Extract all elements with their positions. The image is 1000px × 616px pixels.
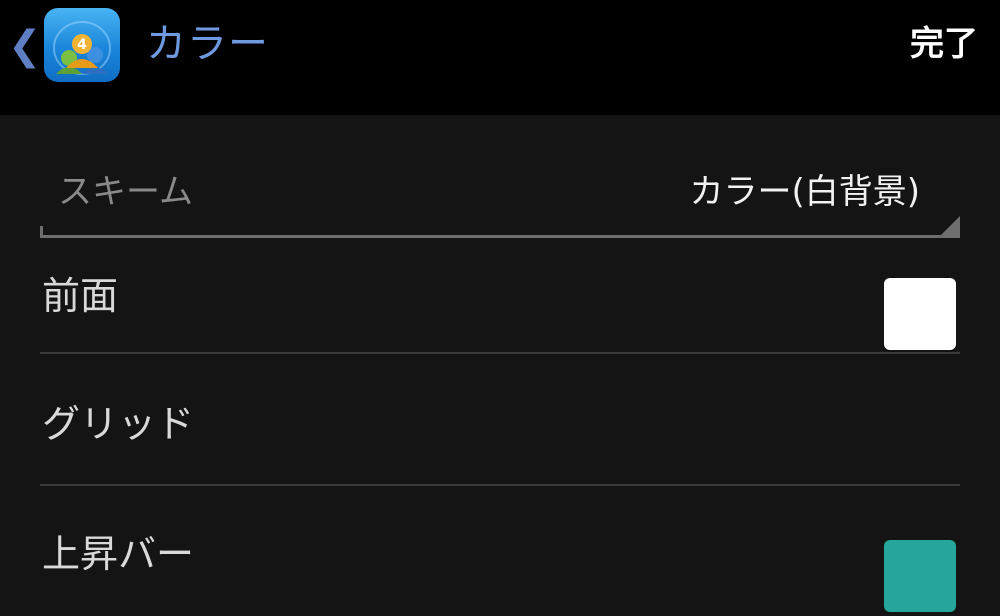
bull-bar-color-row[interactable]: 上昇バー [40, 486, 960, 616]
spinner-dropdown-triangle-icon [938, 216, 960, 238]
scheme-value: カラー(白背景) [689, 172, 920, 212]
scheme-spinner[interactable]: スキーム カラー(白背景) [40, 150, 960, 238]
grid-label: グリッド [42, 402, 195, 446]
spinner-left-tick [40, 226, 43, 238]
bull-bar-label: 上昇バー [42, 532, 195, 576]
screen-title: カラー [146, 21, 269, 67]
scheme-label: スキーム [58, 172, 193, 212]
bull-bar-color-swatch[interactable] [884, 540, 956, 612]
svg-text:4: 4 [77, 37, 87, 53]
foreground-label: 前面 [42, 274, 119, 318]
done-button[interactable]: 完了 [910, 16, 978, 72]
grid-color-row[interactable]: グリッド [40, 354, 960, 486]
foreground-color-swatch[interactable] [884, 278, 956, 350]
foreground-color-row[interactable]: 前面 [40, 238, 960, 354]
metatrader-app-icon[interactable]: 4 [44, 8, 120, 82]
metatrader-logo-icon: 4 [53, 21, 111, 75]
action-bar: ❮ 4 カラー 完了 [0, 0, 1000, 115]
back-chevron-icon[interactable]: ❮ [8, 24, 42, 68]
